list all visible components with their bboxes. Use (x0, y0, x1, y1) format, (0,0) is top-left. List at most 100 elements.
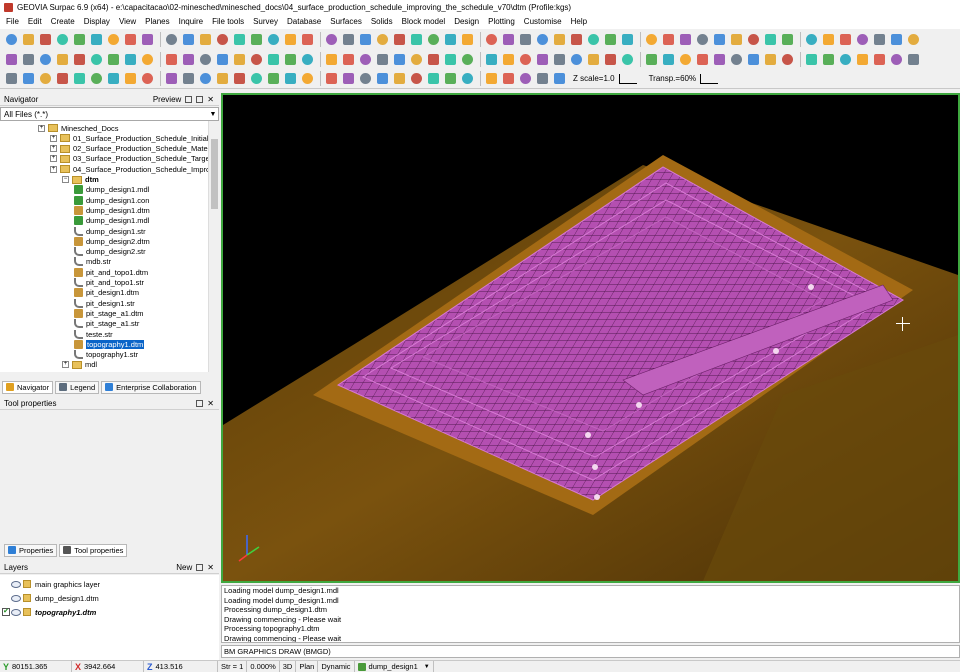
menu-item[interactable]: File (6, 17, 19, 26)
tab-tool-properties[interactable]: Tool properties (59, 543, 128, 557)
tree-item[interactable]: pit_design1.str (74, 298, 135, 308)
tool-icon[interactable] (55, 71, 70, 86)
tree-item[interactable]: pit_design1.dtm (74, 288, 139, 298)
tree-item[interactable]: +04_Surface_Production_Schedule_Improv (50, 164, 208, 174)
scrollbar-thumb[interactable] (211, 139, 218, 209)
tree-item[interactable]: topography1.str (74, 350, 138, 360)
transparency-label[interactable]: Transp.=60% (649, 74, 697, 83)
tool-icon[interactable] (198, 32, 213, 47)
tool-icon[interactable] (906, 32, 921, 47)
pin-icon[interactable] (185, 95, 193, 103)
close-icon[interactable]: ✕ (207, 563, 214, 572)
tool-icon[interactable] (460, 71, 475, 86)
tool-icon[interactable] (484, 52, 499, 67)
tool-icon[interactable] (535, 52, 550, 67)
tool-icon[interactable] (409, 52, 424, 67)
eye-icon[interactable] (11, 608, 21, 616)
dynamic-toggle[interactable]: Dynamic (318, 661, 355, 672)
tree-item[interactable]: dump_design1.str (74, 226, 146, 236)
tool-icon[interactable] (21, 71, 36, 86)
tool-icon[interactable] (89, 32, 104, 47)
menu-item[interactable]: Solids (371, 17, 393, 26)
tool-icon[interactable] (140, 71, 155, 86)
tool-icon[interactable] (72, 52, 87, 67)
tool-icon[interactable] (341, 52, 356, 67)
tool-icon[interactable] (300, 32, 315, 47)
tool-icon[interactable] (620, 32, 635, 47)
float-icon[interactable] (196, 399, 204, 407)
tool-icon[interactable] (392, 32, 407, 47)
tree-item[interactable]: pit_stage_a1.dtm (74, 308, 144, 318)
tool-icon[interactable] (872, 52, 887, 67)
preview-button[interactable]: Preview (153, 95, 181, 104)
tool-icon[interactable] (501, 52, 516, 67)
tool-icon[interactable] (140, 32, 155, 47)
tool-icon[interactable] (89, 71, 104, 86)
active-layer-checkbox[interactable]: ✔ (2, 608, 10, 616)
tool-icon[interactable] (341, 32, 356, 47)
tool-icon[interactable] (341, 71, 356, 86)
tool-icon[interactable] (215, 32, 230, 47)
tool-icon[interactable] (695, 52, 710, 67)
tree-scrollbar[interactable] (208, 121, 219, 372)
eye-icon[interactable] (11, 580, 21, 588)
tool-icon[interactable] (906, 52, 921, 67)
menu-item[interactable]: Design (454, 17, 479, 26)
tree-item[interactable]: − dtm (62, 175, 99, 185)
menu-item[interactable]: Surfaces (330, 17, 362, 26)
tool-icon[interactable] (198, 52, 213, 67)
command-line[interactable]: BM GRAPHICS DRAW (BMGD) (221, 645, 960, 658)
transparency-slider[interactable] (700, 73, 719, 84)
tool-icon[interactable] (4, 52, 19, 67)
tool-icon[interactable] (106, 32, 121, 47)
tool-icon[interactable] (375, 71, 390, 86)
tree-item[interactable]: +01_Surface_Production_Schedule_Initiali… (50, 133, 208, 143)
tool-icon[interactable] (552, 52, 567, 67)
tool-icon[interactable] (55, 52, 70, 67)
tool-icon[interactable] (569, 52, 584, 67)
tree-item[interactable]: pit_stage_a1.str (74, 319, 139, 329)
tool-icon[interactable] (72, 32, 87, 47)
tree-item[interactable]: pit_and_topo1.str (74, 278, 144, 288)
tree-item[interactable]: topography1.dtm (74, 339, 145, 349)
tool-icon[interactable] (535, 71, 550, 86)
tool-icon[interactable] (4, 32, 19, 47)
menu-item[interactable]: Create (51, 17, 75, 26)
tool-icon[interactable] (38, 71, 53, 86)
menu-item[interactable]: Display (84, 17, 110, 26)
tree-item[interactable]: dump_design2.dtm (74, 236, 150, 246)
tool-icon[interactable] (266, 52, 281, 67)
tool-icon[interactable] (804, 32, 819, 47)
tab-enterprise-collaboration[interactable]: Enterprise Collaboration (101, 380, 201, 394)
z-scale-slider[interactable] (618, 73, 637, 84)
tool-icon[interactable] (821, 32, 836, 47)
tool-icon[interactable] (375, 32, 390, 47)
tool-icon[interactable] (4, 71, 19, 86)
tool-icon[interactable] (283, 52, 298, 67)
tool-icon[interactable] (872, 32, 887, 47)
menu-item[interactable]: Customise (524, 17, 562, 26)
tree-item[interactable]: dump_design2.str (74, 247, 146, 257)
tool-icon[interactable] (249, 71, 264, 86)
tool-icon[interactable] (358, 71, 373, 86)
tree-item[interactable]: +02_Surface_Production_Schedule_Materia (50, 144, 208, 154)
tool-icon[interactable] (375, 52, 390, 67)
z-scale-label[interactable]: Z scale=1.0 (573, 74, 615, 83)
menu-item[interactable]: Block model (402, 17, 446, 26)
tool-icon[interactable] (678, 32, 693, 47)
tree-item[interactable]: +03_Surface_Production_Schedule_Targeti (50, 154, 208, 164)
tool-icon[interactable] (821, 52, 836, 67)
menu-item[interactable]: Plotting (488, 17, 515, 26)
tool-icon[interactable] (249, 32, 264, 47)
tree-item[interactable]: teste.str (74, 329, 113, 339)
tool-icon[interactable] (21, 52, 36, 67)
tree-item[interactable]: + Minesched_Docs (38, 123, 119, 133)
menu-item[interactable]: Help (571, 17, 587, 26)
tool-icon[interactable] (21, 32, 36, 47)
tree-item[interactable]: dump_design1.mdl (74, 216, 149, 226)
chevron-down-icon[interactable]: ▼ (424, 664, 430, 670)
tool-icon[interactable] (324, 32, 339, 47)
expand-toggle-icon[interactable]: + (50, 155, 57, 163)
tool-icon[interactable] (123, 32, 138, 47)
tool-icon[interactable] (198, 71, 213, 86)
